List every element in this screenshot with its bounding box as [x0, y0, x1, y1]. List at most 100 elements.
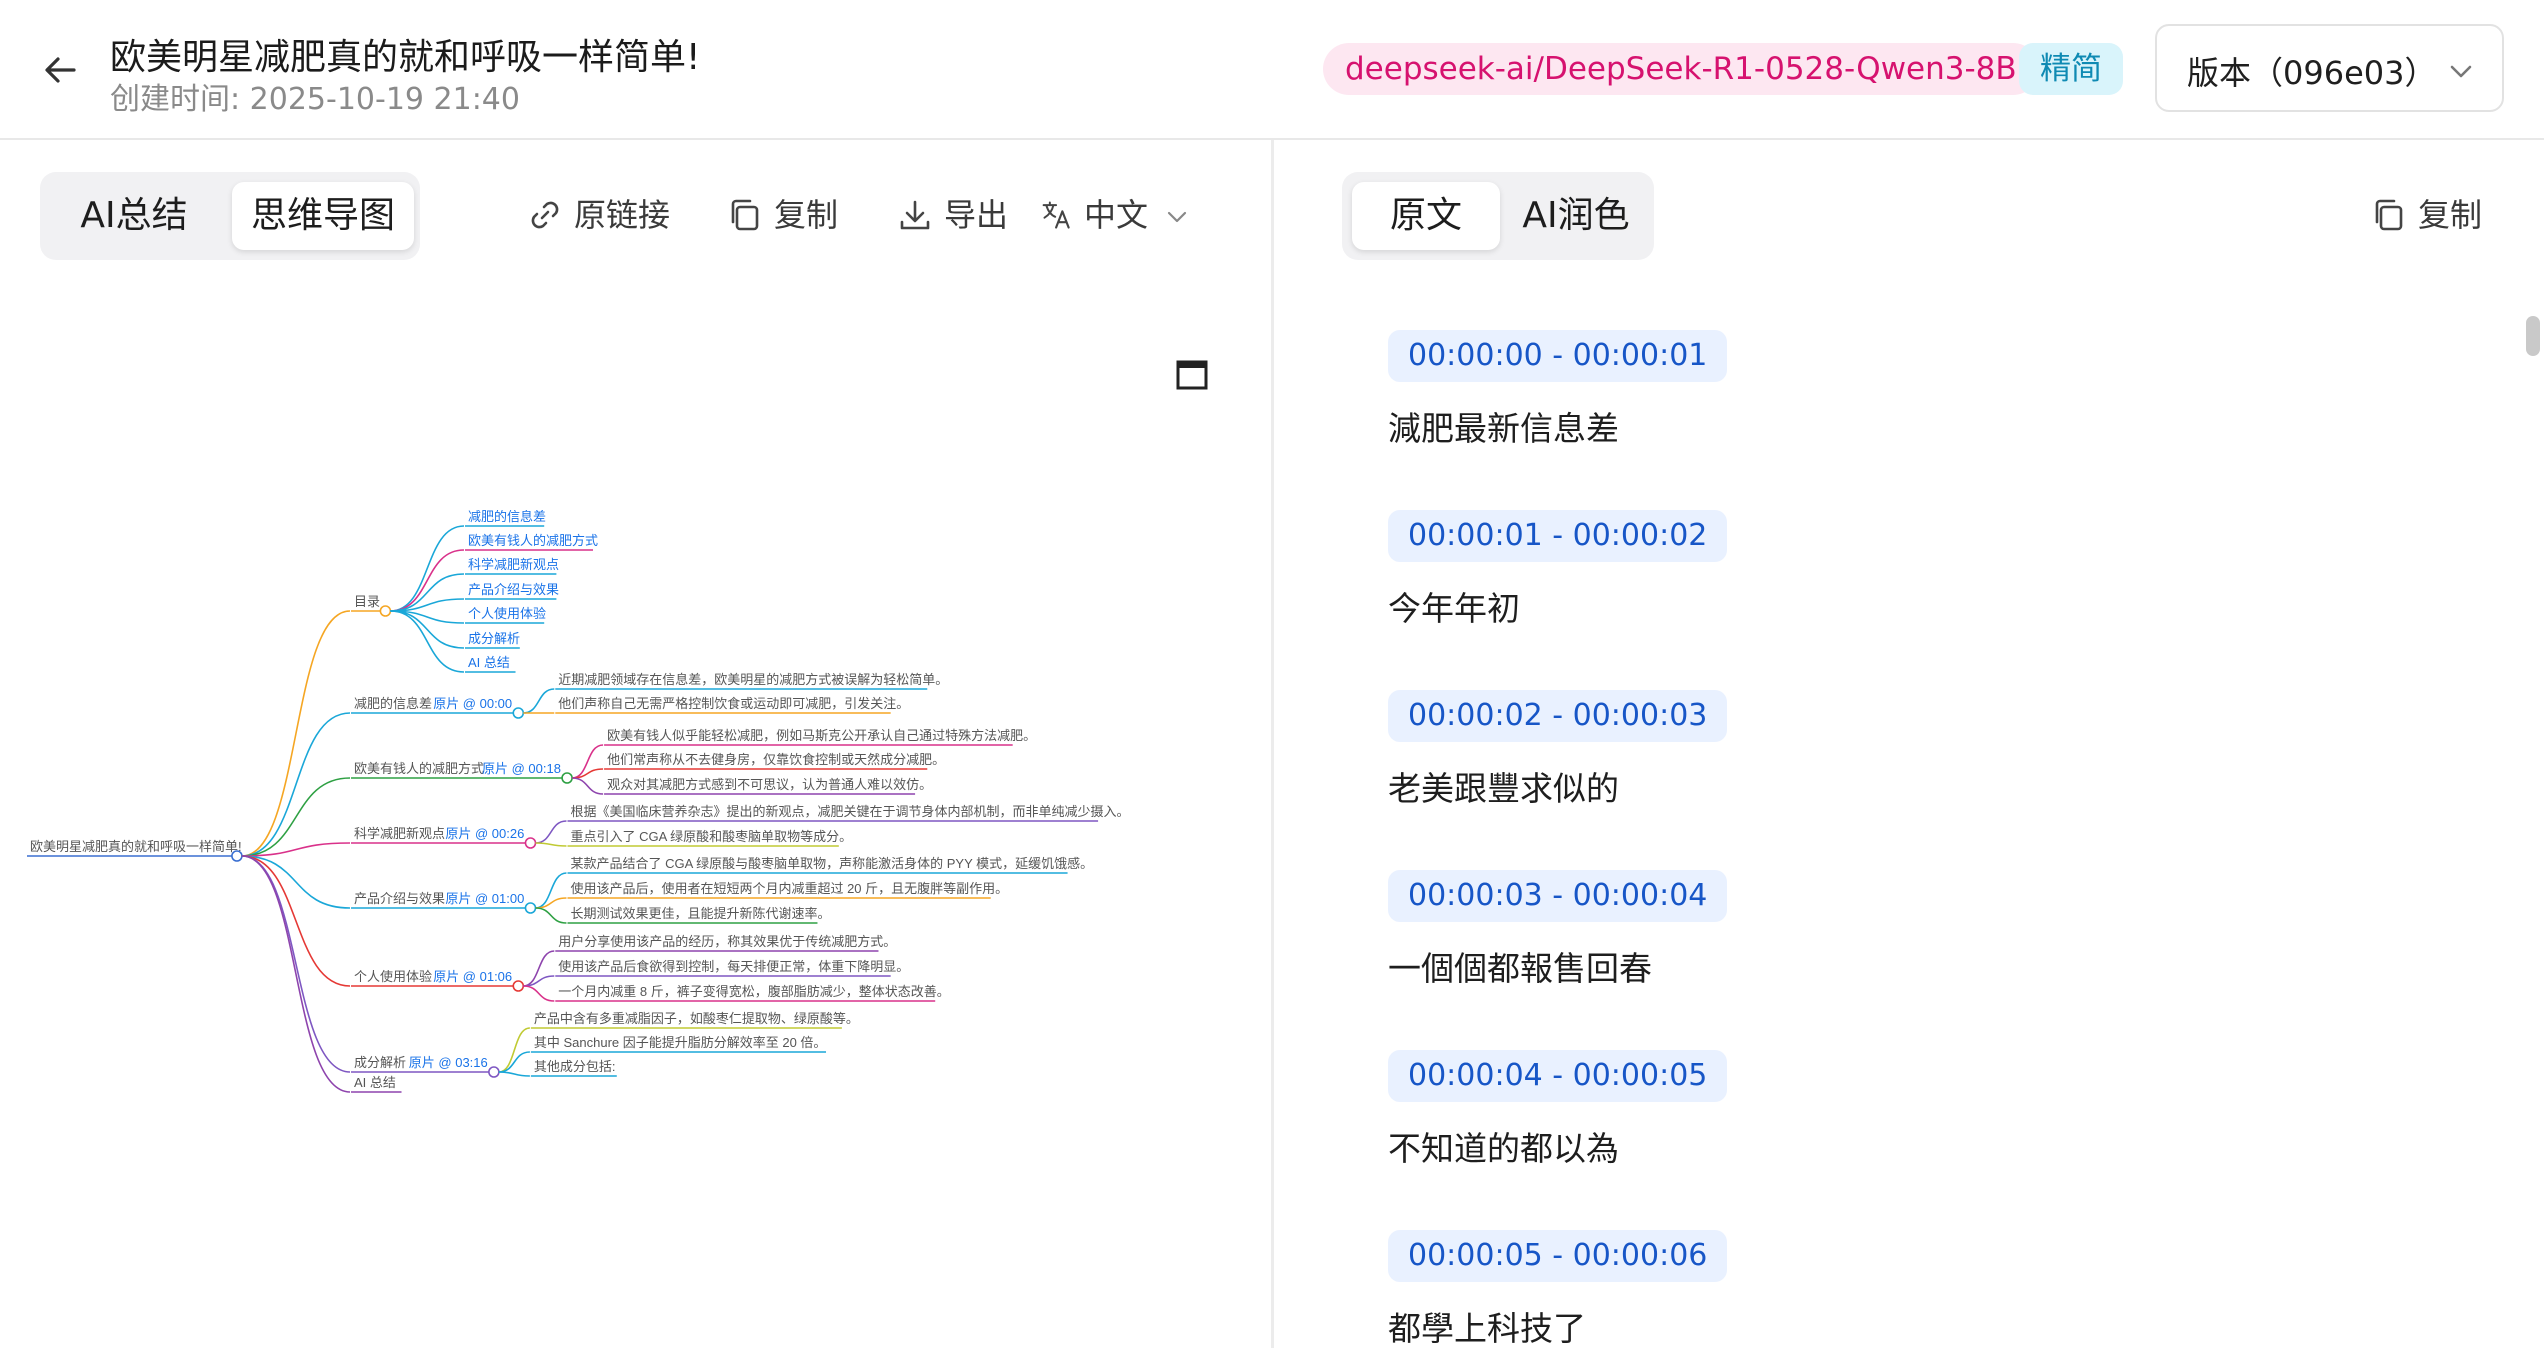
mindmap-connector — [498, 1027, 531, 1073]
mindmap-node-branch: 科学减肥新观点 — [354, 826, 445, 841]
export-label: 导出 — [944, 196, 1009, 234]
mindmap-node-link: 原片 @ 03:16 — [409, 1055, 488, 1070]
copy-icon — [731, 199, 759, 231]
right-tab-switch: 原文 AI润色 — [1342, 172, 1654, 260]
tab-ai-polish[interactable]: AI润色 — [1504, 182, 1648, 250]
mindmap-connector — [241, 855, 351, 1093]
mindmap-connector — [572, 777, 604, 795]
original-link-label: 原链接 — [574, 196, 671, 234]
mindmap-node-dot — [512, 707, 525, 719]
copy-summary-button[interactable]: 复制 — [726, 190, 846, 240]
copy-label: 复制 — [2418, 196, 2483, 234]
timestamp-badge[interactable]: 00:00:00 - 00:00:01 — [1388, 330, 1728, 382]
language-label: 中文 — [1084, 196, 1149, 234]
timestamp-badge[interactable]: 00:00:04 - 00:00:05 — [1388, 1050, 1728, 1102]
mode-badge: 精简 — [2019, 43, 2123, 95]
translate-icon — [1042, 201, 1070, 229]
mindmap-connector — [535, 842, 567, 847]
timestamp-badge[interactable]: 00:00:01 - 00:00:02 — [1388, 510, 1728, 562]
mindmap-node-leaf: 用户分享使用该产品的经历，称其效果优于传统减肥方式。 — [558, 934, 896, 949]
transcript-text: 都學上科技了 — [1388, 1309, 1586, 1348]
mindmap-canvas[interactable]: 欧美明星减肥真的就和呼吸一样简单!目录减肥的信息差欧美有钱人的减肥方式科学减肥新… — [24, 510, 1224, 1150]
mindmap-node-dot — [231, 850, 243, 862]
transcript-text: 減肥最新信息差 — [1388, 409, 1619, 448]
mindmap-node-leaf: 长期测试效果更佳，且能提升新陈代谢速率。 — [570, 906, 830, 921]
mindmap-connector — [498, 1071, 530, 1077]
mindmap-node-leaf: 个人使用体验 — [468, 606, 546, 621]
mindmap-node-branch: 成分解析 — [354, 1055, 406, 1070]
mindmap-connector — [523, 688, 555, 714]
timestamp-badge[interactable]: 00:00:05 - 00:00:06 — [1388, 1230, 1728, 1282]
export-button[interactable]: 导出 — [896, 190, 1016, 240]
original-link-button[interactable]: 原链接 — [526, 190, 676, 240]
mindmap-node-leaf: 产品中含有多重减脂因子，如酸枣仁提取物、绿原酸等。 — [534, 1011, 859, 1026]
mindmap-node-dot — [561, 772, 573, 784]
mindmap-node-branch: 产品介绍与效果 — [354, 891, 445, 906]
copy-label: 复制 — [774, 196, 839, 234]
download-icon — [900, 200, 930, 230]
mindmap-node-leaf: 根据《美国临床营养杂志》提出的新观点，减肥关键在于调节身体内部机制，而非单纯减少… — [570, 804, 1129, 819]
left-tab-switch: AI总结 思维导图 — [40, 172, 420, 260]
mindmap-connector — [535, 820, 567, 844]
mindmap-node-branch: 减肥的信息差 — [354, 696, 432, 711]
mindmap-node-leaf: 近期减肥领域存在信息差，欧美明星的减肥方式被误解为轻松简单。 — [558, 672, 948, 687]
mindmap-node-branch: AI 总结 — [354, 1075, 396, 1090]
mindmap-connector — [535, 907, 567, 924]
mindmap-node-leaf: 欧美有钱人似乎能轻松减肥，例如马斯克公开承认自己通过特殊方法减肥。 — [607, 728, 1036, 743]
header-bar: 欧美明星减肥真的就和呼吸一样简单! 创建时间: 2025-10-19 21:40… — [0, 0, 2544, 140]
copy-transcript-button[interactable]: 复制 — [2370, 190, 2490, 240]
mindmap-node-dot — [524, 902, 537, 914]
mindmap-connector — [241, 610, 351, 857]
scrollbar-thumb[interactable] — [2526, 316, 2540, 356]
chevron-down-icon — [1167, 211, 1187, 223]
mindmap-connector — [390, 549, 465, 612]
mindmap-node-branch: 欧美有钱人的减肥方式 — [354, 761, 484, 776]
timestamp-badge[interactable]: 00:00:03 - 00:00:04 — [1388, 870, 1728, 922]
mindmap-node-leaf: 减肥的信息差 — [468, 510, 546, 524]
fullscreen-icon[interactable] — [1176, 360, 1208, 390]
mindmap-node-dot — [488, 1066, 500, 1078]
mindmap-node-leaf: 重点引入了 CGA 绿原酸和酸枣脑单取物等成分。 — [570, 829, 852, 844]
mindmap-node-dot — [379, 605, 392, 617]
mindmap-node-branch: 目录 — [354, 594, 380, 609]
transcript-text: 一個個都報售回春 — [1388, 949, 1652, 988]
mindmap-node-leaf: 成分解析 — [468, 631, 520, 646]
mindmap-connector — [390, 610, 465, 673]
model-badge: deepseek-ai/DeepSeek-R1-0528-Qwen3-8B — [1323, 43, 2039, 95]
link-icon — [531, 201, 559, 229]
mindmap-node-leaf: 他们常声称从不去健身房，仅靠饮食控制或天然成分减肥。 — [607, 752, 945, 767]
mindmap-node-leaf: 科学减肥新观点 — [468, 557, 559, 572]
mindmap-node-leaf: 观众对其减肥方式感到不可思议，认为普通人难以效仿。 — [607, 777, 932, 792]
tab-original[interactable]: 原文 — [1352, 182, 1500, 250]
tab-ai-summary[interactable]: AI总结 — [50, 182, 218, 250]
mindmap-connector — [498, 1051, 530, 1073]
back-arrow-icon[interactable] — [38, 48, 82, 92]
timestamp-badge[interactable]: 00:00:02 - 00:00:03 — [1388, 690, 1728, 742]
mindmap-node-dot — [524, 837, 537, 849]
mindmap-node-leaf: AI 总结 — [468, 655, 510, 670]
created-time: 创建时间: 2025-10-19 21:40 — [110, 82, 520, 117]
mindmap-node-branch: 个人使用体验 — [354, 969, 432, 984]
mindmap-node-leaf: 某款产品结合了 CGA 绿原酸与酸枣脑单取物，声称能激活身体的 PYY 模式，延… — [570, 856, 1093, 871]
transcript-text: 不知道的都以為 — [1388, 1129, 1619, 1168]
mindmap-node-leaf: 一个月内减重 8 斤，裤子变得宽松，腹部脂肪减少，整体状态改善。 — [558, 984, 949, 999]
page-title: 欧美明星减肥真的就和呼吸一样简单! — [110, 37, 701, 78]
mindmap-node-link: 原片 @ 00:18 — [482, 761, 561, 776]
mindmap-node-leaf: 使用该产品后，使用者在短短两个月内减重超过 20 斤，且无腹胖等副作用。 — [570, 881, 1008, 896]
mindmap-node-leaf: 使用该产品后食欲得到控制，每天排便正常，体重下降明显。 — [558, 959, 909, 974]
mindmap-node-leaf: 产品介绍与效果 — [468, 582, 559, 597]
transcript-text: 今年年初 — [1388, 589, 1520, 628]
mindmap-node-leaf: 欧美有钱人的减肥方式 — [468, 533, 598, 548]
transcript-text: 老美跟豐求似的 — [1388, 769, 1619, 808]
version-select[interactable]: 版本（096e03） — [2155, 24, 2504, 112]
mindmap-node-leaf: 他们声称自己无需严格控制饮食或运动即可减肥，引发关注。 — [558, 696, 909, 711]
mindmap-node-dot — [512, 980, 525, 992]
tab-mindmap[interactable]: 思维导图 — [232, 182, 414, 250]
mindmap-node-link: 原片 @ 01:00 — [445, 891, 524, 906]
language-select[interactable]: 中文 — [1040, 190, 1200, 240]
mindmap-connector — [523, 985, 555, 1002]
version-label: 版本（096e03） — [2187, 54, 2437, 92]
copy-icon — [2375, 199, 2403, 231]
mindmap-node-leaf: 其他成分包括: — [534, 1059, 616, 1074]
mindmap-connector — [390, 525, 465, 612]
